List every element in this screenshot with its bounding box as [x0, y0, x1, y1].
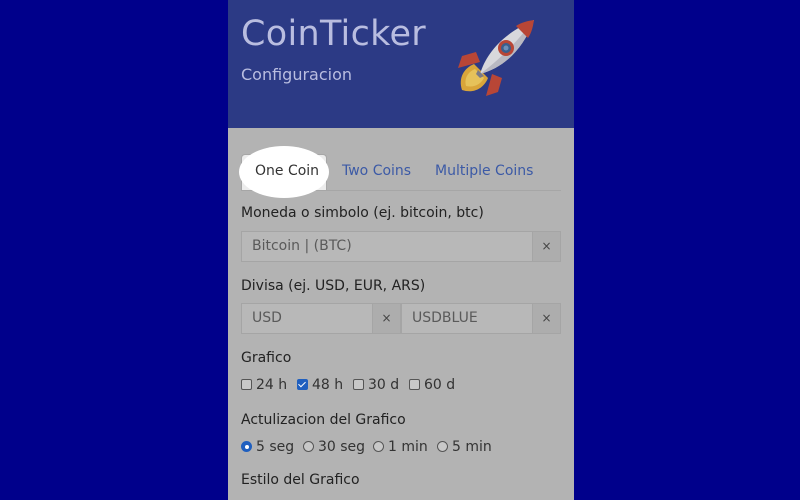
tab-one-coin[interactable]: One Coin [255, 163, 319, 179]
chart-label: Grafico [241, 350, 292, 366]
checkbox[interactable] [409, 379, 420, 390]
currency-primary-input[interactable]: USD [241, 303, 373, 334]
app-subtitle: Configuracion [241, 65, 353, 84]
app-title: CoinTicker [241, 14, 426, 54]
currency-primary-clear-button[interactable]: × [372, 303, 401, 334]
currency-secondary-input[interactable]: USDBLUE [401, 303, 533, 334]
chart-option-24h[interactable]: 24 h [241, 377, 287, 393]
radio[interactable] [437, 441, 448, 452]
update-option-30seg[interactable]: 30 seg [303, 439, 365, 455]
checkbox-checked[interactable] [297, 379, 308, 390]
coin-input[interactable]: Bitcoin | (BTC) [241, 231, 533, 262]
checkbox[interactable] [241, 379, 252, 390]
coin-clear-button[interactable]: × [532, 231, 561, 262]
currency-secondary-clear-button[interactable]: × [532, 303, 561, 334]
tab-two-coins[interactable]: Two Coins [342, 163, 411, 179]
header: CoinTicker Configuracion [228, 0, 574, 128]
update-option-5min[interactable]: 5 min [437, 439, 492, 455]
radio[interactable] [303, 441, 314, 452]
rocket-icon [458, 20, 534, 96]
settings-content: One Coin Two Coins Multiple Coins Moneda… [228, 128, 574, 500]
currency-label: Divisa (ej. USD, EUR, ARS) [241, 278, 426, 294]
tab-bar: One Coin Two Coins Multiple Coins [239, 146, 561, 198]
coin-label: Moneda o simbolo (ej. bitcoin, btc) [241, 205, 484, 221]
style-label: Estilo del Grafico [241, 472, 360, 488]
radio[interactable] [373, 441, 384, 452]
update-option-1min[interactable]: 1 min [373, 439, 428, 455]
checkbox[interactable] [353, 379, 364, 390]
settings-panel: CoinTicker Configuracion One Coin Two Co… [228, 0, 574, 500]
chart-option-48h[interactable]: 48 h [297, 377, 343, 393]
chart-option-30d[interactable]: 30 d [353, 377, 399, 393]
update-label: Actulizacion del Grafico [241, 412, 406, 428]
tab-multiple-coins[interactable]: Multiple Coins [435, 163, 533, 179]
update-option-5seg[interactable]: 5 seg [241, 439, 294, 455]
chart-option-60d[interactable]: 60 d [409, 377, 455, 393]
radio-checked[interactable] [241, 441, 252, 452]
